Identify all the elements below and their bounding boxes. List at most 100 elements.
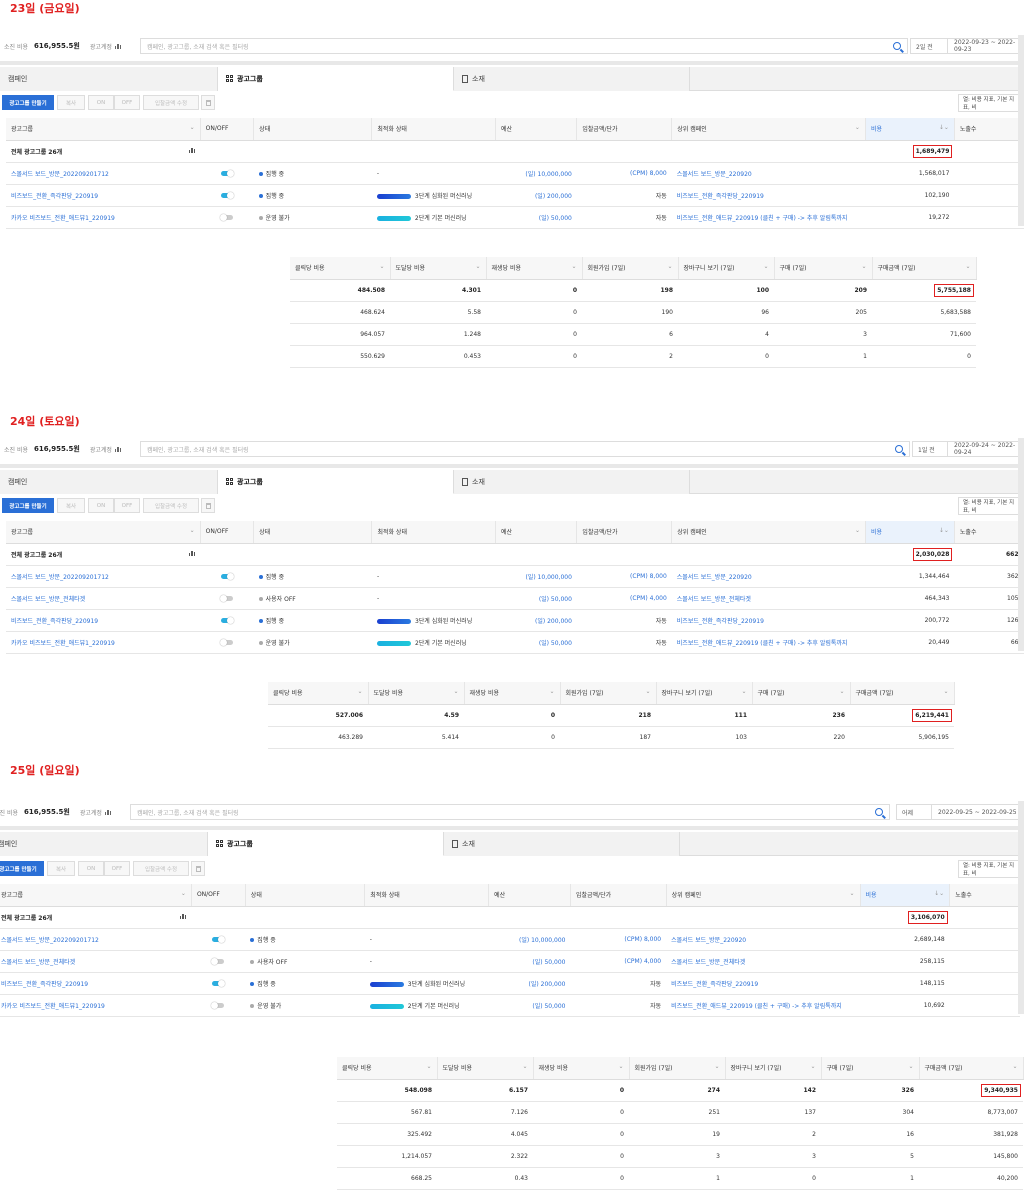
header-5[interactable]: 입찰금액/단가 [576,521,673,544]
budget-link[interactable]: (일) 50,000 [495,631,577,654]
bid-cell[interactable]: (CPM) 4,000 [576,587,672,610]
header-2[interactable]: 상태 [253,521,373,544]
campaign-link[interactable]: 비즈보드_전환_애드뷰_220919 (클친 + 구매) -> 추후 알림톡까지 [671,631,866,654]
metrics-header-cell[interactable]: 구매금액 (7일) ⌄ [872,257,977,280]
metrics-header-cell[interactable]: 재생당 비용 ⌄ [464,682,561,705]
budget-link[interactable]: (일) 200,000 [495,609,577,632]
budget-link[interactable]: (일) 200,000 [488,972,571,995]
budget-link[interactable]: (일) 10,000,000 [488,928,571,951]
metrics-header-cell[interactable]: 구매 (7일) ⌄ [752,682,851,705]
header-5[interactable]: 입찰금액/단가 [576,118,673,141]
on-button[interactable]: ON [78,861,104,876]
chart-icon[interactable] [179,913,187,919]
metrics-header-cell[interactable]: 구매 (7일) ⌄ [774,257,873,280]
budget-link[interactable]: (일) 50,000 [495,587,577,610]
header-6[interactable]: 상위 캠페인 ⌄ [671,118,866,141]
header-7[interactable]: 비용 ↓⌄ [865,118,955,141]
header-2[interactable]: 상태 [253,118,373,141]
campaign-link[interactable]: 스몰서드 보드_방문_220920 [671,565,866,588]
metrics-header-cell[interactable]: 클릭당 비용 ⌄ [268,682,369,705]
search-input[interactable]: 캠페인, 광고그룹, 소재 검색 혹은 필터링 [130,804,890,820]
budget-link[interactable]: (일) 10,000,000 [495,162,577,185]
scroll-edge[interactable] [1018,801,1024,1014]
metrics-header-cell[interactable]: 장바구니 보기 (7일) ⌄ [725,1057,822,1080]
adgroup-name-link[interactable]: 카카오 비즈보드_전환_애드뷰1_220919 [6,206,201,229]
header-2[interactable]: 상태 [245,884,366,907]
campaign-link[interactable]: 비즈보드_전환_즉각판당_220919 [671,184,866,207]
metrics-header-cell[interactable]: 회원가입 (7일) ⌄ [629,1057,726,1080]
metrics-header-cell[interactable]: 클릭당 비용 ⌄ [290,257,391,280]
header-8[interactable]: 노출수 [954,118,1024,141]
header-8[interactable]: 노출수 [954,521,1024,544]
edit-bid-button[interactable]: 입찰금액 수정 [143,498,199,513]
onoff-toggle[interactable] [220,616,234,624]
header-7[interactable]: 비용 ↓⌄ [860,884,951,907]
header-4[interactable]: 예산 [495,118,578,141]
onoff-toggle[interactable] [219,638,233,646]
budget-link[interactable]: (일) 50,000 [488,950,571,973]
tab-campaign[interactable]: 캠페인 [0,470,218,494]
onoff-toggle[interactable] [220,191,234,199]
metrics-header-cell[interactable]: 장바구니 보기 (7일) ⌄ [656,682,753,705]
onoff-toggle[interactable] [211,1001,225,1009]
column-settings-button[interactable]: 열: 비용 지표, 기본 지표, 비 [958,94,1024,112]
metrics-header-cell[interactable]: 도달당 비용 ⌄ [390,257,487,280]
adgroup-name-link[interactable]: 비즈보드_전환_즉각판당_220919 [0,972,192,995]
bid-cell[interactable]: (CPM) 8,000 [576,162,672,185]
header-8[interactable]: 노출수 [949,884,1020,907]
onoff-toggle[interactable] [211,957,225,965]
metrics-header-cell[interactable]: 장바구니 보기 (7일) ⌄ [678,257,775,280]
off-button[interactable]: OFF [114,95,140,110]
budget-link[interactable]: (일) 200,000 [495,184,577,207]
date-preset-select[interactable]: 2일 전 [910,38,948,54]
off-button[interactable]: OFF [114,498,140,513]
header-0[interactable]: 광고그룹 ⌄ [6,521,201,544]
date-preset-select[interactable]: 어제 [896,804,932,820]
onoff-toggle[interactable] [219,213,233,221]
scroll-edge[interactable] [1018,35,1024,226]
create-adgroup-button[interactable]: 광고그룹 만들기 [0,861,44,876]
adgroup-name-link[interactable]: 스몰서드 보드_방문_202209201712 [0,928,192,951]
tab-creative[interactable]: 소재 [454,470,690,494]
header-6[interactable]: 상위 캠페인 ⌄ [671,521,866,544]
bid-cell[interactable]: (CPM) 8,000 [576,565,672,588]
adgroup-name-link[interactable]: 스몰서드 보드_방문_202209201712 [6,565,201,588]
tab-campaign[interactable]: 캠페인 [0,67,218,91]
metrics-header-cell[interactable]: 도달당 비용 ⌄ [437,1057,534,1080]
on-button[interactable]: ON [88,498,114,513]
tab-adgroup[interactable]: 광고그룹 [218,470,454,494]
campaign-link[interactable]: 스몰서드 보드_방문_전체타겟 [666,950,861,973]
bid-cell[interactable]: (CPM) 4,000 [570,950,667,973]
header-1[interactable]: ON/OFF [200,118,255,141]
copy-button[interactable]: 복사 [47,861,75,876]
header-4[interactable]: 예산 [488,884,571,907]
copy-button[interactable]: 복사 [57,498,85,513]
bid-cell[interactable]: (CPM) 8,000 [570,928,667,951]
campaign-link[interactable]: 비즈보드_전환_즉각판당_220919 [666,972,861,995]
copy-button[interactable]: 복사 [57,95,85,110]
search-input[interactable]: 캠페인, 광고그룹, 소재 검색 혹은 필터링 [140,38,908,54]
date-range-picker[interactable]: 2022-09-23 ~ 2022-09-23 [948,38,1024,54]
campaign-link[interactable]: 스몰서드 보드_방문_전체타겟 [671,587,866,610]
chart-icon[interactable] [188,550,196,556]
campaign-link[interactable]: 스몰서드 보드_방문_220920 [666,928,861,951]
header-6[interactable]: 상위 캠페인 ⌄ [666,884,861,907]
metrics-header-cell[interactable]: 회원가입 (7일) ⌄ [560,682,657,705]
delete-button[interactable] [201,95,215,110]
search-icon[interactable] [895,445,903,453]
onoff-toggle[interactable] [219,594,233,602]
metrics-header-cell[interactable]: 도달당 비용 ⌄ [368,682,465,705]
onoff-toggle[interactable] [212,979,226,987]
header-3[interactable]: 최적화 상태 [371,521,497,544]
metrics-header-cell[interactable]: 구매금액 (7일) ⌄ [919,1057,1024,1080]
adgroup-name-link[interactable]: 스몰서드 보드_방문_전체타겟 [0,950,192,973]
adgroup-name-link[interactable]: 카카오 비즈보드_전환_애드뷰1_220919 [0,994,192,1017]
budget-link[interactable]: (일) 10,000,000 [495,565,577,588]
search-icon[interactable] [893,42,901,50]
metrics-header-cell[interactable]: 재생당 비용 ⌄ [486,257,583,280]
onoff-toggle[interactable] [220,572,234,580]
adgroup-name-link[interactable]: 스몰서드 보드_방문_202209201712 [6,162,201,185]
off-button[interactable]: OFF [104,861,130,876]
adgroup-name-link[interactable]: 비즈보드_전환_즉각판당_220919 [6,184,201,207]
campaign-link[interactable]: 비즈보드_전환_즉각판당_220919 [671,609,866,632]
